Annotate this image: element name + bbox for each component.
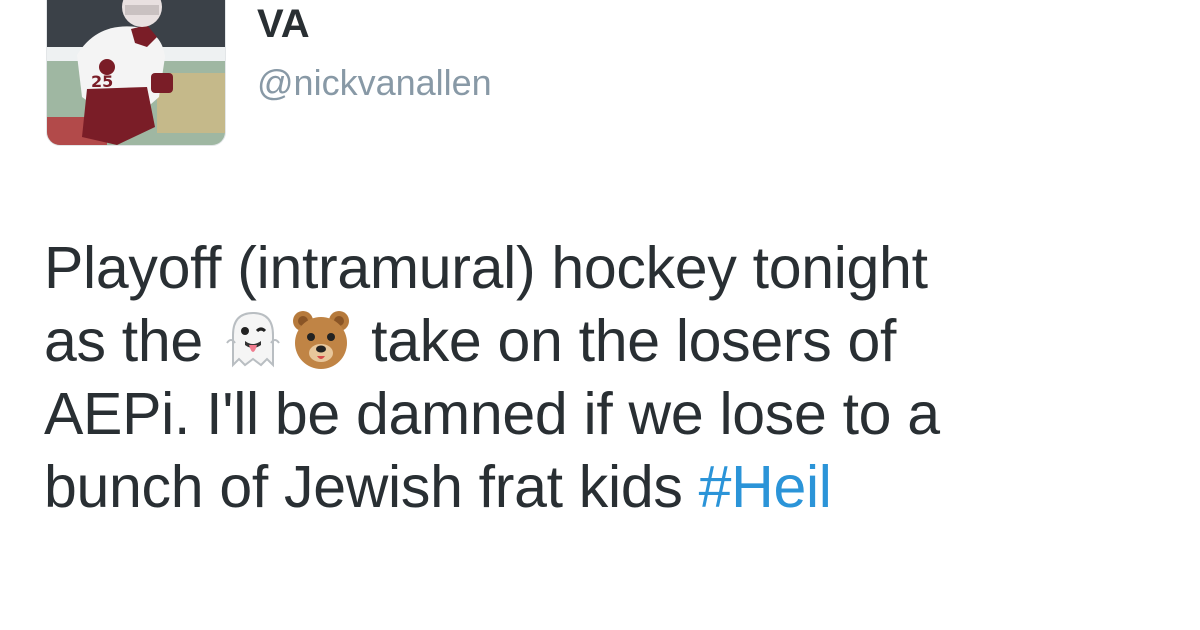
hashtag-link[interactable]: #Heil: [699, 454, 832, 520]
svg-text:25: 25: [91, 72, 113, 91]
profile-avatar[interactable]: 25: [46, 0, 226, 146]
tweet-line-2: as the take on the losers of: [44, 305, 1164, 378]
tweet-line-1: Playoff (intramural) hockey tonight: [44, 235, 928, 301]
tweet-line-4-text: bunch of Jewish frat kids: [44, 454, 683, 520]
tweet-line-2-end: take on the losers of: [371, 308, 897, 374]
ghost-tongue-emoji-icon: [221, 307, 285, 371]
tweet-text: Playoff (intramural) hockey tonight as t…: [44, 232, 1164, 524]
user-handle[interactable]: @nickvanallen: [257, 60, 492, 106]
display-name[interactable]: VA: [257, 0, 310, 48]
tweet-line-3: AEPi. I'll be damned if we lose to a: [44, 381, 940, 447]
tweet-line-4: bunch of Jewish frat kids #Heil: [44, 451, 1164, 524]
tweet-line-2-start: as the: [44, 308, 203, 374]
bear-face-emoji-icon: [289, 307, 353, 371]
hockey-player-avatar-icon: 25: [47, 0, 225, 145]
